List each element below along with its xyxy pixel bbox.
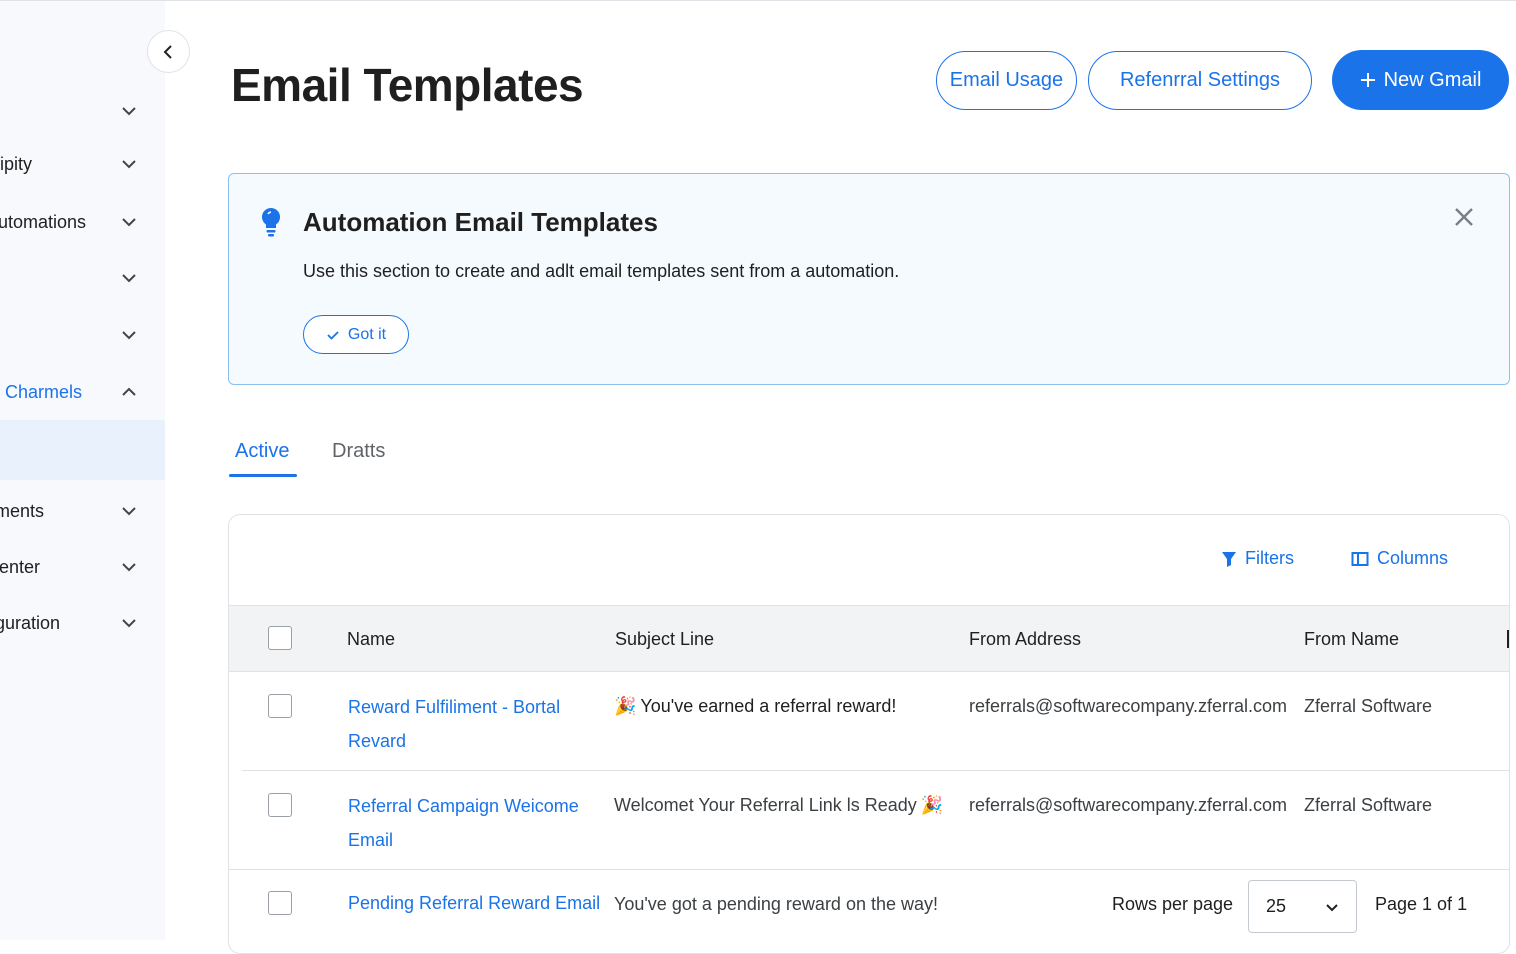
sidebar-item-1[interactable]: ctipity [0,144,165,184]
template-name-link[interactable]: Referral Campaign Weicome Email [348,789,593,857]
sidebar-item-3[interactable] [0,258,165,298]
row-divider [242,770,1509,771]
banner-title: Automation Email Templates [303,207,658,237]
sidebar-item-label: yments [0,500,45,521]
sidebar-item-payments[interactable]: yments [0,491,165,531]
column-header-from-address[interactable]: From Address [969,629,1081,650]
chevron-left-icon [163,44,172,59]
column-resize-handle[interactable] [1507,630,1509,648]
chevron-up-icon [122,387,136,396]
row-divider [229,869,1509,870]
chevron-down-icon [122,107,136,116]
subject-line: Welcomet Your Referral Link ls Ready 🎉 [614,795,947,816]
subject-text: You've earned a referral reward! [640,696,897,716]
rows-per-page-select[interactable]: 25 [1248,880,1357,933]
chevron-down-icon [122,619,136,628]
sidebar: ctipity Automations e Charmels yments Ce… [0,1,165,940]
table-header: Name Subject Line From Address From Name [229,605,1509,672]
party-popper-icon: 🎉 [920,795,944,815]
columns-icon [1351,551,1369,566]
sidebar-item-0[interactable] [0,91,165,131]
lightbulb-icon [261,207,281,237]
rows-per-page-label: Rows per page [1112,894,1234,914]
sidebar-item-center[interactable]: Center [0,547,165,587]
rows-per-page-value: 25 [1266,896,1287,916]
close-icon[interactable] [1451,204,1477,230]
from-address: referrals@softwarecompany.zferral.com [969,696,1288,716]
referral-settings-button[interactable]: Refenrral Settings [1088,51,1312,110]
from-name: Zferral Software [1304,795,1433,815]
columns-button[interactable]: Columns [1351,548,1448,569]
column-header-subject[interactable]: Subject Line [615,629,714,650]
chevron-down-icon [122,563,136,572]
sidebar-item-automations[interactable]: Automations [0,202,165,242]
column-header-from-name[interactable]: From Name [1304,629,1399,650]
sidebar-item-label: ctipity [0,153,33,174]
select-all-checkbox[interactable] [268,626,292,650]
party-popper-icon: 🎉 [614,696,637,716]
got-it-label: Got it [347,325,387,343]
referral-settings-label: Refenrral Settings [1119,69,1281,91]
top-border [0,0,1516,1]
got-it-button[interactable]: Got it [303,315,409,354]
banner-text: Use this section to create and adlt emai… [303,261,900,281]
chevron-down-icon [122,507,136,516]
tab-drafts[interactable]: Dratts [332,440,385,463]
chevron-down-icon [122,218,136,227]
sidebar-item-label: Charmels [5,381,83,402]
columns-label: Columns [1377,548,1449,568]
filters-button[interactable]: Filters [1221,548,1294,569]
sidebar-selected-item[interactable] [0,420,165,480]
row-checkbox[interactable] [268,891,292,915]
email-usage-button[interactable]: Email Usage [936,51,1077,110]
row-checkbox[interactable] [268,694,292,718]
template-name-link[interactable]: Pending Referral Reward Email [348,886,600,920]
sidebar-collapse-button[interactable] [147,30,190,73]
email-usage-label: Email Usage [949,69,1064,91]
new-gmail-button[interactable]: New Gmail [1332,50,1509,110]
column-header-name[interactable]: Name [347,629,395,650]
sidebar-item-channels[interactable]: Charmels [0,372,165,412]
info-banner: Automation Email Templates Use this sect… [228,173,1510,385]
row-checkbox[interactable] [268,793,292,817]
sidebar-item-4[interactable]: e [0,315,165,355]
filters-label: Filters [1245,548,1294,568]
plus-icon [1360,73,1375,87]
check-icon [327,330,339,340]
from-address: referrals@softwarecompany.zferral.com [969,795,1288,815]
chevron-down-icon [122,274,136,283]
sidebar-item-label: figuration [0,612,61,633]
chevron-down-icon [1326,904,1338,912]
filter-icon [1222,551,1236,567]
page-title: Email Templates [231,59,584,111]
subject-text: You've got a pending reward on the way! [614,894,938,914]
tab-active[interactable]: Active [235,440,289,463]
page-info: Page 1 of 1 [1375,894,1468,914]
tab-indicator [229,474,297,477]
chevron-down-icon [122,331,136,340]
sidebar-item-label: Automations [0,211,87,232]
subject-text: Welcomet Your Referral Link ls Ready [614,795,917,815]
subject-line: 🎉 You've earned a referral reward! [614,696,896,717]
sidebar-item-label: Center [0,556,41,577]
templates-table-card: Filters Columns Name Subject Line From A… [228,514,1510,954]
from-name: Zferral Software [1304,696,1433,716]
template-name-link[interactable]: Reward Fulfiliment - Bortal Revard [348,690,593,758]
chevron-down-icon [122,160,136,169]
new-gmail-label: New Gmail [1383,68,1482,91]
sidebar-item-configuration[interactable]: figuration [0,603,165,643]
